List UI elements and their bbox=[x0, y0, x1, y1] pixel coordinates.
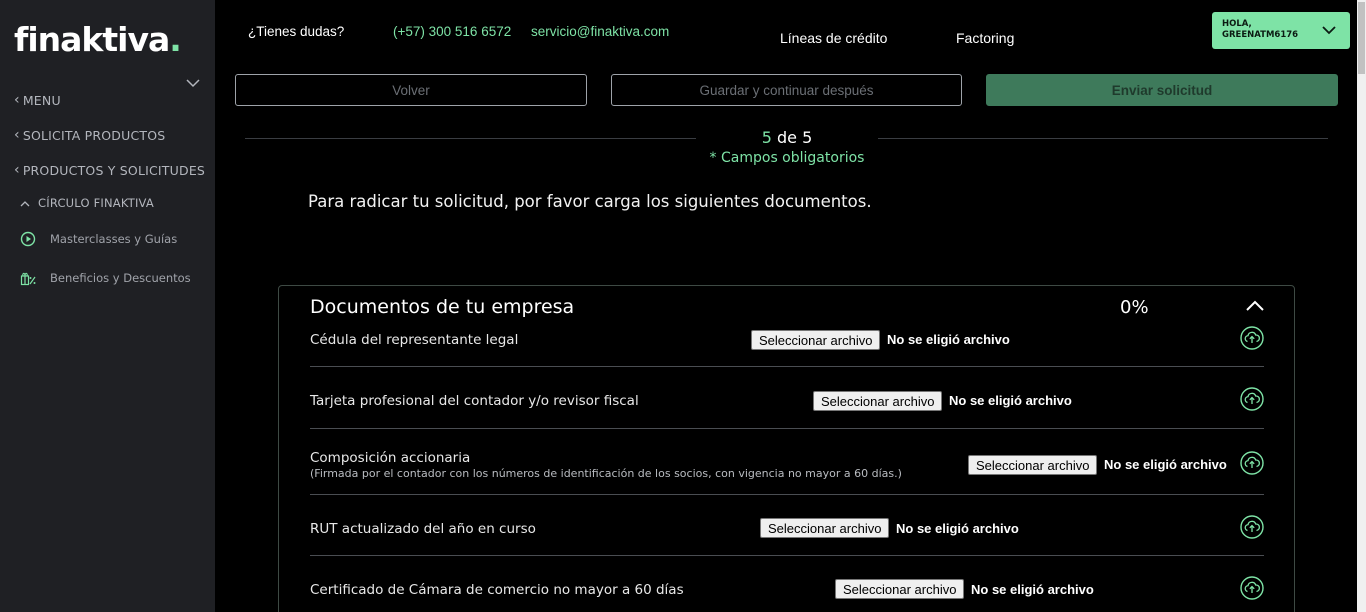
step-indicator: 5 de 5 bbox=[761, 128, 813, 147]
file-select-button[interactable]: Seleccionar archivo bbox=[760, 518, 890, 538]
sidebar: finaktiva. ‹ MENU ‹ SOLICITA PRODUCTOS ‹ PR… bbox=[0, 0, 215, 612]
document-label: Tarjeta profesional del contador y/o rev… bbox=[310, 393, 639, 409]
chevron-left-icon: ‹ bbox=[14, 162, 20, 178]
document-label: Certificado de Cámara de comercio no may… bbox=[310, 582, 684, 598]
sidebar-item-masterclasses[interactable]: Masterclasses y Guías bbox=[20, 231, 177, 247]
scrollbar[interactable] bbox=[1357, 0, 1366, 612]
file-select-button[interactable]: Seleccionar archivo bbox=[751, 330, 881, 350]
scrollbar-thumb[interactable] bbox=[1358, 2, 1365, 74]
email-link[interactable]: servicio@finaktiva.com bbox=[531, 24, 669, 39]
back-button[interactable]: Volver bbox=[235, 74, 587, 106]
chevron-up-icon[interactable] bbox=[1245, 300, 1265, 312]
sidebar-item-menu[interactable]: ‹ MENU bbox=[14, 92, 61, 108]
gift-percent-icon bbox=[20, 272, 36, 286]
cloud-upload-icon[interactable] bbox=[1240, 515, 1264, 539]
cloud-upload-icon[interactable] bbox=[1240, 326, 1264, 350]
cloud-upload-icon[interactable] bbox=[1240, 451, 1264, 475]
submit-button[interactable]: Enviar solicitud bbox=[986, 74, 1338, 106]
sidebar-item-beneficios[interactable]: Beneficios y Descuentos bbox=[20, 270, 191, 286]
row-divider bbox=[310, 428, 1264, 429]
step-divider-right bbox=[878, 138, 1328, 139]
row-divider bbox=[310, 494, 1264, 495]
file-status: No se eligió archivo bbox=[949, 393, 1072, 408]
chevron-left-icon: ‹ bbox=[14, 127, 20, 143]
document-label: RUT actualizado del año en curso bbox=[310, 521, 536, 537]
sidebar-item-solicita-productos[interactable]: ‹ SOLICITA PRODUCTOS bbox=[14, 127, 165, 143]
help-label: ¿Tienes dudas? bbox=[248, 24, 345, 39]
file-select-button[interactable]: Seleccionar archivo bbox=[835, 579, 965, 599]
section-title: Documentos de tu empresa bbox=[310, 296, 575, 318]
intro-text: Para radicar tu solicitud, por favor car… bbox=[308, 192, 872, 211]
chevron-down-icon bbox=[1322, 26, 1336, 35]
file-status: No se eligió archivo bbox=[896, 521, 1019, 536]
chevron-up-icon bbox=[20, 200, 30, 206]
file-status: No se eligió archivo bbox=[1104, 457, 1227, 472]
document-note: (Firmada por el contador con los números… bbox=[310, 467, 902, 480]
step-divider-left bbox=[245, 138, 696, 139]
nav-factoring[interactable]: Factoring bbox=[956, 30, 1014, 46]
row-divider bbox=[310, 555, 1264, 556]
sidebar-item-productos-solicitudes[interactable]: ‹ PRODUCTOS Y SOLICITUDES bbox=[14, 162, 205, 178]
chevron-down-icon[interactable] bbox=[186, 78, 200, 88]
document-label: Composición accionaria bbox=[310, 450, 471, 466]
sidebar-group-circulo[interactable]: CÍRCULO FINAKTIVA bbox=[20, 196, 154, 210]
nav-lineas-credito[interactable]: Líneas de crédito bbox=[780, 30, 887, 46]
play-circle-icon bbox=[20, 231, 36, 247]
phone-link[interactable]: (+57) 300 516 6572 bbox=[393, 24, 511, 39]
required-note: * Campos obligatorios bbox=[709, 150, 865, 166]
brand-logo[interactable]: finaktiva. bbox=[14, 20, 182, 59]
save-later-button[interactable]: Guardar y continuar después bbox=[611, 74, 962, 106]
section-progress: 0% bbox=[1120, 297, 1149, 318]
file-select-button[interactable]: Seleccionar archivo bbox=[813, 391, 943, 411]
user-menu-button[interactable]: HOLA, GREENATM6176 bbox=[1212, 12, 1350, 49]
file-status: No se eligió archivo bbox=[887, 332, 1010, 347]
cloud-upload-icon[interactable] bbox=[1240, 387, 1264, 411]
file-status: No se eligió archivo bbox=[971, 582, 1094, 597]
document-label: Cédula del representante legal bbox=[310, 332, 519, 348]
row-divider bbox=[310, 366, 1264, 367]
file-select-button[interactable]: Seleccionar archivo bbox=[968, 455, 1098, 475]
cloud-upload-icon[interactable] bbox=[1240, 576, 1264, 600]
chevron-left-icon: ‹ bbox=[14, 92, 20, 108]
